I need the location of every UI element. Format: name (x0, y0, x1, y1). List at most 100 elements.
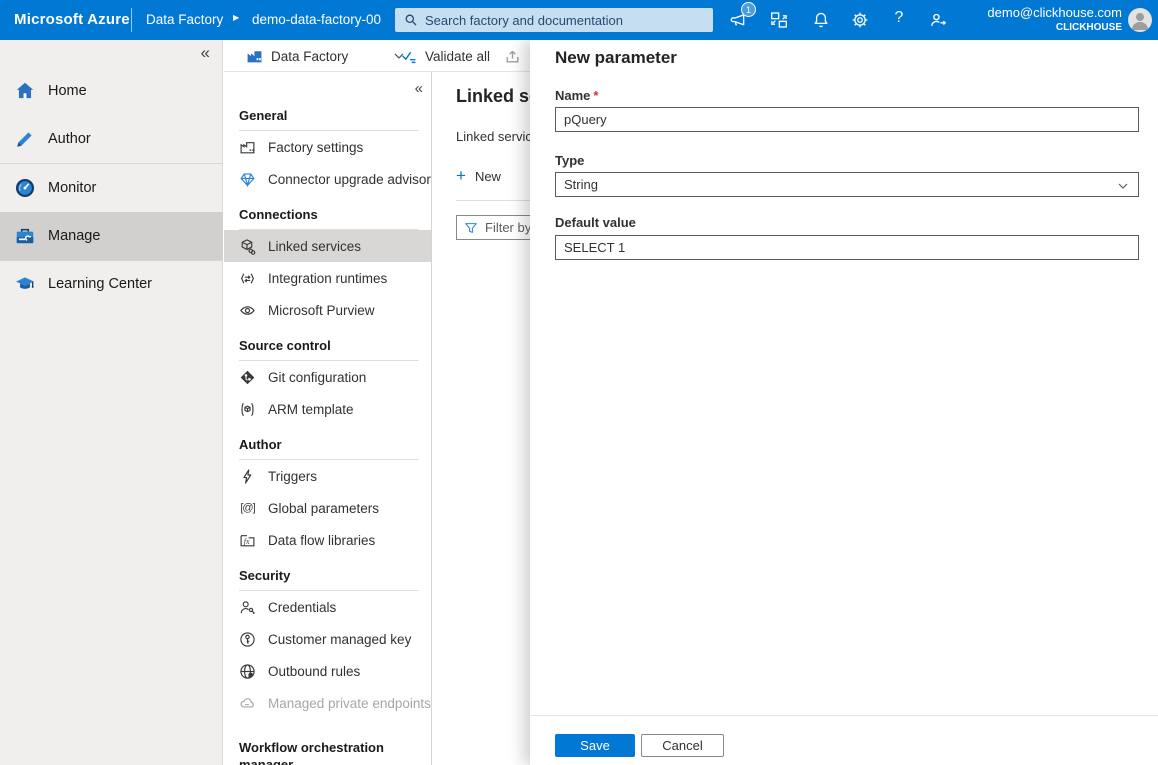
type-select[interactable]: String (555, 172, 1139, 197)
feedback-person-icon[interactable] (929, 11, 947, 29)
sidebar-item-arm-template[interactable]: ARM template (239, 393, 419, 425)
sidebar-item-label: Monitor (48, 180, 96, 196)
sidebar-item-integration-runtimes[interactable]: Integration runtimes (239, 262, 419, 294)
cancel-button[interactable]: Cancel (641, 734, 724, 757)
new-linked-service-button[interactable]: + New (456, 166, 526, 186)
sidebar-item-git-configuration[interactable]: Git configuration (239, 361, 419, 393)
topbar-divider (131, 8, 132, 32)
sidebar-item-customer-managed-key[interactable]: Customer managed key (239, 623, 419, 655)
save-button[interactable]: Save (555, 734, 635, 757)
account-tenant: CLICKHOUSE (987, 20, 1122, 35)
sidebar-item-label: Integration runtimes (268, 271, 387, 286)
factory-selector[interactable]: Data Factory (246, 40, 405, 72)
azure-top-bar: Microsoft Azure Data Factory ▶ demo-data… (0, 0, 1158, 40)
sidebar-item-manage[interactable]: Manage (0, 212, 223, 260)
section-header-author: Author (239, 437, 419, 453)
arm-template-icon (239, 401, 256, 418)
cloud-icon (239, 695, 256, 712)
new-parameter-panel: New parameter Name* Type String Default … (530, 40, 1158, 765)
validate-all-button[interactable]: Validate all (400, 40, 490, 72)
section-header-connections: Connections (239, 207, 419, 223)
sidebar-item-label: Connector upgrade advisor (268, 172, 431, 187)
default-value-label: Default value (555, 215, 636, 230)
sidebar-item-label: Managed private endpoints (268, 696, 431, 711)
sidebar-item-linked-services[interactable]: Linked services (224, 230, 431, 262)
type-select-value: String (564, 177, 598, 192)
panel-title: New parameter (555, 48, 677, 68)
section-header-security: Security (239, 568, 419, 584)
sidebar-item-label: Linked services (268, 239, 361, 254)
sidebar-item-connector-upgrade-advisor[interactable]: Connector upgrade advisor (239, 163, 419, 195)
gem-icon (239, 171, 256, 188)
globe-icon (239, 663, 256, 680)
sidebar-item-factory-settings[interactable]: Factory settings (239, 131, 419, 163)
collapse-manage-sidebar-icon[interactable]: « (415, 80, 423, 97)
sidebar-item-global-parameters[interactable]: [@] Global parameters (239, 492, 419, 524)
toolbox-icon (14, 225, 36, 247)
data-flow-libraries-icon: fx (239, 532, 256, 549)
sidebar-item-data-flow-libraries[interactable]: fx Data flow libraries (239, 524, 419, 556)
sidebar-item-author[interactable]: Author (0, 115, 223, 163)
breadcrumb-arrow-icon: ▶ (233, 13, 239, 22)
account-info[interactable]: demo@clickhouse.com CLICKHOUSE (987, 5, 1122, 35)
pencil-icon (14, 128, 36, 150)
factory-settings-icon (239, 139, 256, 156)
key-icon (239, 631, 256, 648)
sidebar-item-outbound-rules[interactable]: Outbound rules (239, 655, 419, 687)
default-value-input[interactable] (555, 235, 1139, 260)
azure-brand[interactable]: Microsoft Azure (14, 11, 130, 28)
section-header-source-control: Source control (239, 338, 419, 354)
factory-icon (246, 48, 263, 65)
validate-all-label: Validate all (425, 49, 490, 64)
svg-text:fx: fx (244, 536, 250, 545)
sidebar-item-label: Outbound rules (268, 664, 360, 679)
lightning-icon (239, 468, 256, 485)
publish-button[interactable] (504, 40, 521, 72)
graduation-cap-icon (14, 273, 36, 295)
global-search[interactable] (395, 8, 713, 32)
notification-badge: 1 (741, 2, 756, 17)
linked-services-icon (239, 238, 256, 255)
sidebar-item-learning-center[interactable]: Learning Center (0, 260, 223, 308)
sidebar-item-label: Credentials (268, 600, 336, 615)
git-icon (239, 369, 256, 386)
sidebar-item-label: Microsoft Purview (268, 303, 375, 318)
type-label: Type (555, 153, 584, 168)
eye-icon (239, 302, 256, 319)
settings-gear-icon[interactable] (851, 11, 869, 29)
sidebar-item-label: Learning Center (48, 276, 152, 292)
avatar[interactable] (1128, 8, 1152, 32)
breadcrumb-app[interactable]: Data Factory (146, 12, 223, 27)
sidebar-item-credentials[interactable]: Credentials (239, 591, 419, 623)
sidebar-item-label: Global parameters (268, 501, 379, 516)
home-icon (14, 80, 36, 102)
sidebar-item-monitor[interactable]: Monitor (0, 164, 223, 212)
collapse-sidebar-icon[interactable]: « (201, 43, 210, 63)
switch-directory-icon[interactable] (770, 11, 788, 29)
sidebar-item-home[interactable]: Home (0, 67, 223, 115)
validate-icon (400, 48, 417, 65)
sidebar-item-label: Factory settings (268, 140, 363, 155)
sidebar-item-triggers[interactable]: Triggers (239, 460, 419, 492)
search-input[interactable] (425, 13, 695, 28)
sidebar-item-label: Author (48, 131, 91, 147)
global-parameters-icon: [@] (239, 500, 256, 517)
account-email: demo@clickhouse.com (987, 5, 1122, 20)
gauge-icon (14, 177, 36, 199)
name-label-text: Name (555, 88, 590, 103)
name-label: Name* (555, 88, 598, 103)
notifications-bell-icon[interactable] (812, 11, 830, 29)
factory-selector-label: Data Factory (271, 49, 348, 64)
section-header-workflow-orchestration-manager: Workflow orchestration manager (239, 739, 414, 765)
credentials-icon (239, 599, 256, 616)
sidebar-item-label: Customer managed key (268, 632, 411, 647)
name-input[interactable] (555, 107, 1139, 132)
help-icon[interactable]: ? (892, 9, 906, 27)
integration-runtimes-icon (239, 270, 256, 287)
search-icon (403, 12, 419, 28)
breadcrumb-resource[interactable]: demo-data-factory-00 (252, 12, 395, 27)
chevron-down-icon (1117, 182, 1129, 190)
sidebar-item-microsoft-purview[interactable]: Microsoft Purview (239, 294, 419, 326)
filter-funnel-icon (464, 221, 478, 235)
sidebar-item-label: Data flow libraries (268, 533, 375, 548)
